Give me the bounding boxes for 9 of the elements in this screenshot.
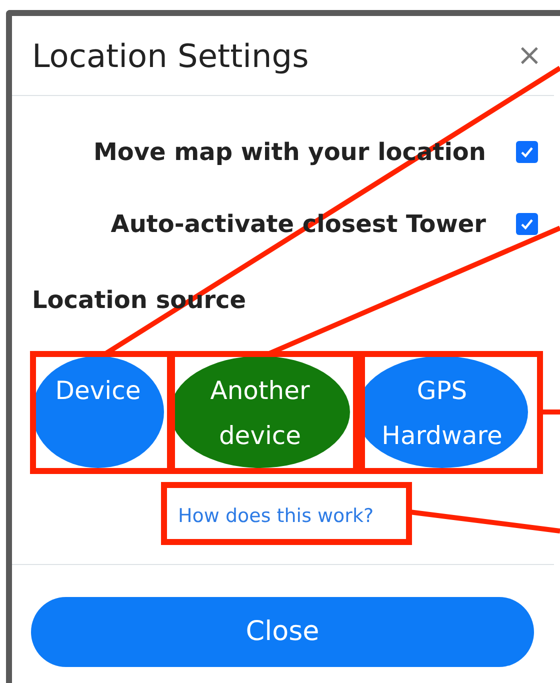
checkbox[interactable] — [516, 141, 538, 163]
leader-line — [542, 410, 560, 414]
close-dialog-button[interactable]: Close — [31, 597, 534, 667]
dialog-title: Location Settings — [32, 36, 309, 76]
help-link[interactable]: How does this work? — [178, 502, 374, 530]
close-button[interactable]: × — [516, 40, 542, 70]
checkbox[interactable] — [516, 213, 538, 235]
check-icon — [520, 217, 534, 231]
check-icon — [520, 145, 534, 159]
